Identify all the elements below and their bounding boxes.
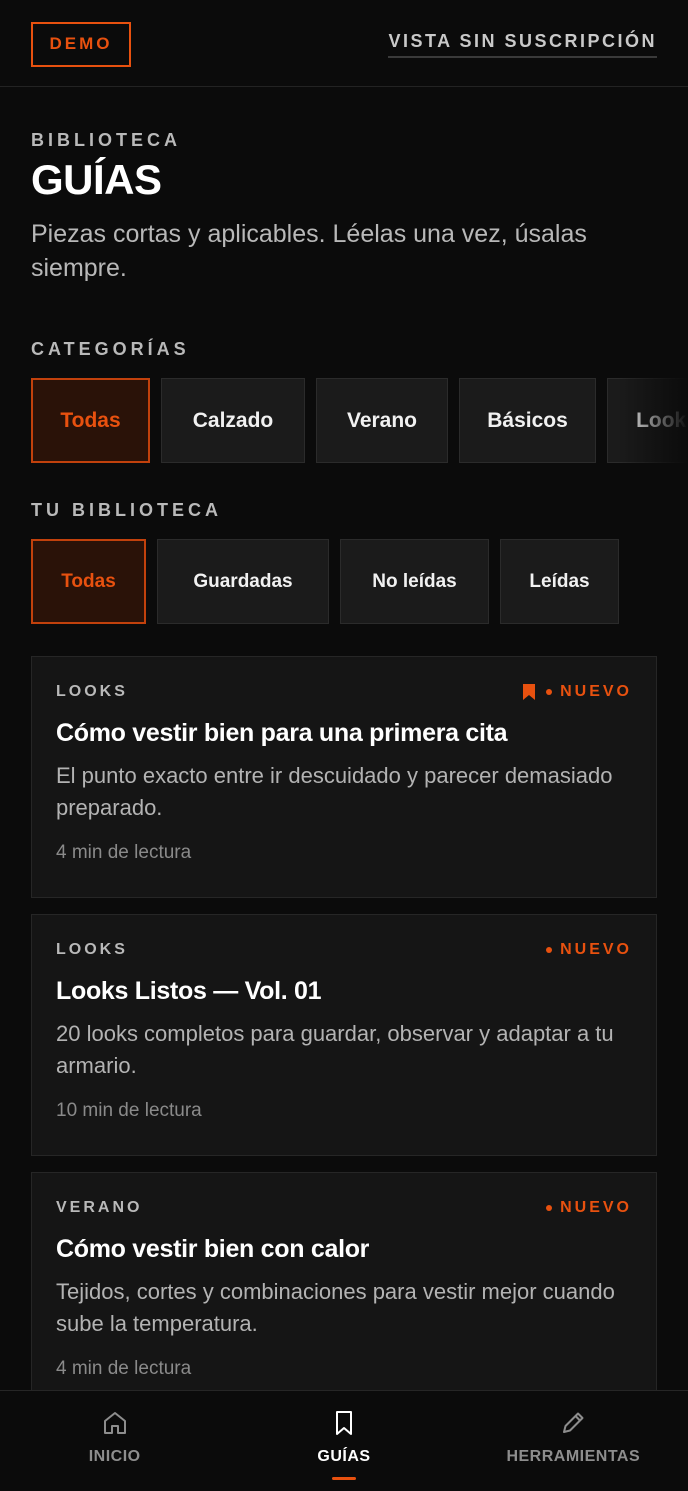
card-read-time: 4 min de lectura: [56, 1358, 192, 1380]
page-subtitle: Piezas cortas y aplicables. Léelas una v…: [31, 220, 587, 283]
card-flags: NUEVO: [546, 941, 632, 959]
guide-card[interactable]: LOOKS NUEVO Looks Listos — Vol. 01 20 lo…: [31, 914, 657, 1157]
bookmark-icon: [335, 1411, 352, 1435]
new-badge-label: NUEVO: [560, 1199, 632, 1217]
new-badge: NUEVO: [546, 1199, 632, 1217]
home-icon: [103, 1412, 126, 1434]
page-title: GUÍAS: [31, 156, 162, 203]
card-category: LOOKS: [56, 683, 128, 701]
guide-list: LOOKS NUEVO Cómo vestir bien para una pr…: [31, 656, 657, 1415]
card-category: LOOKS: [56, 941, 128, 959]
demo-badge: DEMO: [31, 21, 131, 67]
category-chip-basicos[interactable]: Básicos: [459, 378, 596, 464]
library-label: TU BIBLIOTECA: [31, 500, 222, 521]
new-badge-label: NUEVO: [560, 941, 632, 959]
guide-card[interactable]: LOOKS NUEVO Cómo vestir bien para una pr…: [31, 656, 657, 899]
card-read-time: 4 min de lectura: [56, 842, 192, 864]
nav-label: HERRAMIENTAS: [506, 1448, 641, 1465]
nav-item-inicio[interactable]: INICIO: [15, 1391, 215, 1491]
card-description: 20 looks completos para guardar, observa…: [56, 1021, 614, 1079]
nav-label: INICIO: [88, 1448, 141, 1465]
new-badge-label: NUEVO: [560, 683, 632, 701]
category-chip-todas[interactable]: Todas: [31, 378, 150, 464]
category-chip-verano[interactable]: Verano: [316, 378, 448, 464]
bookmark-icon[interactable]: [522, 683, 536, 701]
card-category: VERANO: [56, 1199, 143, 1217]
new-dot-icon: [546, 689, 553, 696]
library-chip-leidas[interactable]: Leídas: [500, 539, 619, 625]
category-chip-calzado[interactable]: Calzado: [161, 378, 305, 464]
card-header: VERANO NUEVO: [56, 1199, 632, 1217]
nav-label: GUÍAS: [317, 1448, 371, 1465]
card-read-time: 10 min de lectura: [56, 1100, 202, 1122]
pencil-icon: [563, 1412, 584, 1433]
category-chip-looks[interactable]: Looks: [607, 378, 688, 464]
category-chips: Todas Calzado Verano Básicos Looks: [31, 378, 688, 464]
library-chip-guardadas[interactable]: Guardadas: [157, 539, 329, 625]
main-content: BIBLIOTECA GUÍAS Piezas cortas y aplicab…: [0, 130, 688, 1415]
nav-item-guias[interactable]: GUÍAS: [244, 1391, 444, 1491]
page: DEMO VISTA SIN SUSCRIPCIÓN BIBLIOTECA GU…: [0, 0, 688, 1491]
bottom-nav: INICIO GUÍAS HERRAMIENTAS: [0, 1390, 688, 1491]
active-indicator: [331, 1477, 356, 1480]
categories-label: CATEGORÍAS: [31, 339, 190, 360]
guide-card[interactable]: VERANO NUEVO Cómo vestir bien con calor …: [31, 1172, 657, 1415]
section-eyebrow: BIBLIOTECA: [31, 130, 181, 150]
new-dot-icon: [546, 947, 553, 954]
new-dot-icon: [546, 1205, 553, 1212]
card-header: LOOKS NUEVO: [56, 941, 632, 959]
library-filter-chips: Todas Guardadas No leídas Leídas: [31, 539, 657, 625]
new-badge: NUEVO: [546, 941, 632, 959]
nav-item-herramientas[interactable]: HERRAMIENTAS: [473, 1391, 673, 1491]
card-description: El punto exacto entre ir descuidado y pa…: [56, 763, 613, 821]
card-title: Looks Listos — Vol. 01: [56, 977, 322, 1006]
new-badge: NUEVO: [546, 683, 632, 701]
library-chip-todas[interactable]: Todas: [31, 539, 146, 625]
card-title: Cómo vestir bien para una primera cita: [56, 719, 508, 748]
card-description: Tejidos, cortes y combinaciones para ves…: [56, 1279, 615, 1337]
card-title: Cómo vestir bien con calor: [56, 1235, 370, 1264]
card-header: LOOKS NUEVO: [56, 683, 632, 701]
card-flags: NUEVO: [546, 1199, 632, 1217]
subscription-link[interactable]: VISTA SIN SUSCRIPCIÓN: [388, 31, 657, 58]
library-chip-no-leidas[interactable]: No leídas: [340, 539, 489, 625]
card-flags: NUEVO: [522, 683, 632, 701]
top-bar: DEMO VISTA SIN SUSCRIPCIÓN: [0, 0, 688, 87]
